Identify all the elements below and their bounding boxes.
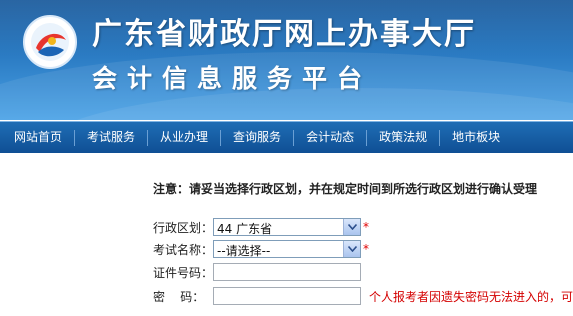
password-label: 密 码：: [153, 289, 205, 304]
id-number-label: 证件号码：: [153, 265, 214, 280]
exam-label: 考试名称：: [153, 242, 214, 257]
nav-item-query[interactable]: 查询服务: [221, 122, 293, 153]
exam-select[interactable]: --请选择--: [213, 240, 361, 258]
chevron-down-icon[interactable]: [343, 219, 360, 235]
nav-item-exam-service[interactable]: 考试服务: [75, 122, 147, 153]
required-mark: *: [363, 242, 369, 256]
finance-dept-logo-icon: [23, 15, 77, 69]
page-title: 广东省财政厅网上办事大厅: [92, 17, 476, 52]
nav-item-practice[interactable]: 从业办理: [148, 122, 220, 153]
password-input[interactable]: [213, 287, 361, 305]
nav-item-cities[interactable]: 地市板块: [440, 122, 512, 153]
id-number-input[interactable]: [213, 263, 361, 281]
exam-row: 考试名称： --请选择-- *: [153, 239, 369, 259]
chevron-down-icon[interactable]: [343, 241, 360, 257]
nav-item-home[interactable]: 网站首页: [0, 122, 74, 153]
header-banner: 广东省财政厅网上办事大厅 会计信息服务平台: [0, 0, 573, 120]
nav-item-policy[interactable]: 政策法规: [367, 122, 439, 153]
password-row: 密 码： 个人报考者因遗失密码无法进入的，可: [153, 286, 573, 306]
required-mark: *: [363, 220, 369, 234]
notice-text: 注意：请妥当选择行政区划，并在规定时间到所选行政区划进行确认受理: [153, 182, 538, 196]
region-select[interactable]: 44 广东省: [213, 218, 361, 236]
exam-select-value: --请选择--: [217, 244, 271, 258]
id-number-row: 证件号码：: [153, 262, 361, 282]
nav-item-news[interactable]: 会计动态: [294, 122, 366, 153]
page-subtitle: 会计信息服务平台: [92, 64, 373, 93]
password-warning: 个人报考者因遗失密码无法进入的，可: [369, 289, 573, 304]
region-row: 行政区划： 44 广东省 *: [153, 217, 369, 237]
region-select-value: 44 广东省: [217, 222, 273, 236]
main-nav: 网站首页 考试服务 从业办理 查询服务 会计动态 政策法规 地市板块: [0, 121, 573, 153]
region-label: 行政区划：: [153, 220, 214, 235]
